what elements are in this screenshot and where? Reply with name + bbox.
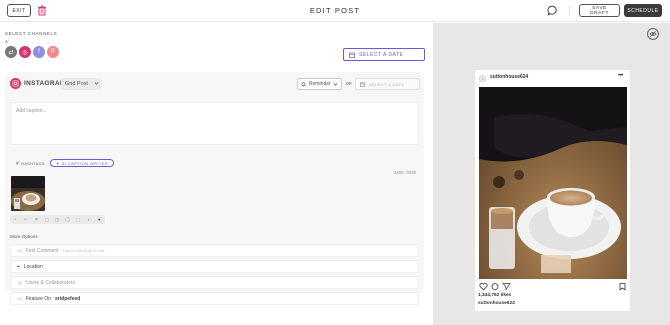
channel-glyph: P [50,49,55,55]
location-option[interactable]: ⌖ Location [10,260,419,273]
heart-icon [479,282,488,291]
comment-icon: ▭ [17,247,22,254]
caption-username: suttonhouse624 [478,301,515,306]
first-comment-hint: Turn to Auto Post To Use [62,248,105,253]
bell-icon [301,81,306,87]
post-actions [479,282,626,291]
network-name: INSTAGRAM [24,80,66,87]
post-type-select[interactable]: Grid Post [61,78,102,90]
avatar: S [479,75,486,82]
contrast-icon[interactable]: ◐ [84,217,95,222]
post-type-value: Grid Post [65,81,88,87]
reminder-label: Reminder [309,81,331,87]
grid-icon[interactable]: ⌗ [31,217,42,222]
coffee-photo [479,87,627,279]
layout-icon[interactable]: ◫ [52,217,63,223]
select-channels-label: SELECT CHANNELS [5,31,58,36]
preview-username: suttonhouse624 [490,74,529,80]
channel-count: 4/ [5,39,9,44]
media-toolbar: + ✂ ⌗ ▢ ◫ ◯ ⬚ ◐ ● [10,215,105,224]
instagram-post-preview: S suttonhouse624 ••• 1,344,762 likes sut… [475,70,630,311]
users-label: Users & Collaborators [26,279,76,286]
likes-count: 1,344,762 likes [478,293,512,298]
hashtag-icon: # [16,161,20,167]
crop-icon[interactable]: ✂ [21,217,32,223]
channel-glyph: f [38,49,40,55]
hashtags-button[interactable]: # HASHTAGS [16,161,45,167]
select-date-label: SELECT A DATE [359,51,404,58]
save-draft-button[interactable]: SAVE DRAFT [579,4,620,17]
add-media-icon[interactable]: + [10,217,21,222]
more-icon: ••• [618,73,623,79]
ai-caption-writer-button[interactable]: ✦ AI CAPTION WRITER [50,159,114,167]
users-icon: ☺ [17,279,23,286]
location-pin-icon: ⌖ [17,263,20,270]
ai-writer-label: AI CAPTION WRITER [61,160,109,166]
calendar-icon [349,52,355,58]
save-draft-label: SAVE DRAFT [590,6,609,16]
chat-icon[interactable] [547,5,558,16]
post-date-input[interactable]: SELECT A DATE [355,78,420,90]
feature-on-label: Feature On [25,295,52,302]
hide-preview-icon[interactable] [647,28,659,40]
coffee-photo-thumbnail [11,176,45,211]
calendar-icon [360,82,365,87]
preview-panel: S suttonhouse624 ••• 1,344,762 likes sut… [433,23,670,325]
channel-instagram-icon[interactable]: ◎ [19,46,31,58]
channel-glyph: ⇄ [8,49,14,56]
divider [569,6,570,16]
location-label: Location [23,263,43,270]
dot-icon[interactable]: ● [94,217,105,222]
caption-placeholder: Add caption... [16,108,47,114]
frame-icon[interactable]: ▢ [42,217,53,223]
top-bar: EXIT EDIT POST SAVE DRAFT SCHEDULE [0,0,670,22]
select-icon[interactable]: ⬚ [73,217,84,223]
first-comment-option[interactable]: ▭ First Comment Turn to Auto Post To Use [10,244,419,257]
hashtags-label: HASHTAGS [21,162,45,166]
circle-icon[interactable]: ◯ [63,217,74,223]
chevron-down-icon [94,82,99,85]
channel-pinterest-icon[interactable]: P [47,46,59,58]
select-date-button[interactable]: SELECT A DATE [343,48,425,61]
channel-all-icon[interactable]: ⇄ [5,46,17,58]
reminder-select[interactable]: Reminder [297,78,342,90]
first-comment-label: First Comment [25,247,59,254]
chevron-down-icon [333,83,338,86]
feature-on-value: sridpefeed [55,295,81,302]
instagram-icon [10,78,21,89]
schedule-button[interactable]: SCHEDULE [624,4,662,17]
editor-area: SELECT CHANNELS 4/ ⇄ ◎ f P SELECT A DATE… [0,23,433,325]
date-placeholder: SELECT A DATE [369,81,405,87]
bookmark-icon [619,283,626,291]
sparkle-icon: ✦ [55,160,60,166]
post-editor-panel: INSTAGRAM Grid Post Reminder on SELECT A… [5,72,424,292]
feature-on-option[interactable]: ▭ Feature On sridpefeed [10,292,419,305]
feature-icon: ▭ [17,295,22,302]
media-thumbnail[interactable] [11,176,45,211]
character-count: 2200 / 2200 [394,170,417,175]
share-icon [502,283,511,291]
channel-glyph: ◎ [22,49,28,56]
on-label: on [346,81,352,87]
preview-image [479,87,627,279]
comment-icon [491,283,499,290]
channel-facebook-icon[interactable]: f [33,46,45,58]
caption-textarea[interactable]: Add caption... [10,102,419,145]
users-collaborators-option[interactable]: ☺ Users & Collaborators [10,276,419,289]
more-options-label: More Options [10,234,38,239]
